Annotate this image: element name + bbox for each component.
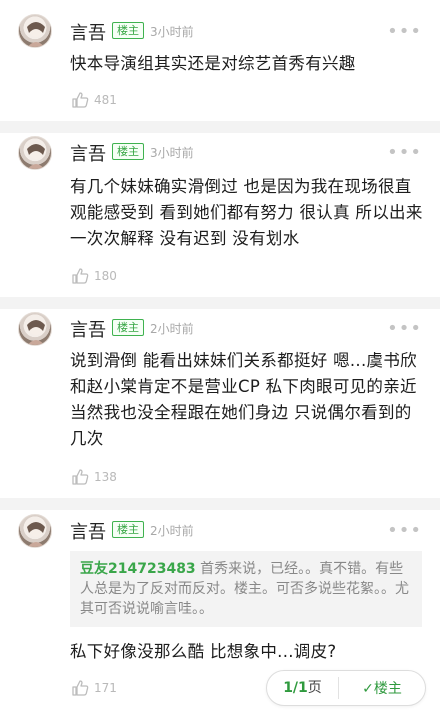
thumbs-up-icon	[72, 92, 89, 108]
comment-2: 言吾 楼主 3小时前 ••• 有几个妹妹确实滑倒过 也是因为我在现场很直观能感受…	[0, 133, 440, 308]
author-name[interactable]: 言吾	[70, 518, 106, 544]
avatar-illustration-icon	[27, 320, 45, 345]
op-badge: 楼主	[112, 22, 144, 39]
avatar-illustration-icon	[27, 522, 45, 547]
avatar[interactable]	[18, 136, 52, 170]
like-count: 180	[94, 269, 117, 283]
like-button[interactable]: 481	[70, 90, 117, 110]
op-only-filter-button[interactable]: ✓楼主	[339, 678, 425, 698]
thumbs-up-icon	[72, 268, 89, 284]
comment-text: 有几个妹妹确实滑倒过 也是因为我在现场很直观能感受到 看到她们都有努力 很认真 …	[70, 177, 423, 248]
avatar-illustration-icon	[27, 22, 45, 47]
pagination-bar: 1/1页 ✓楼主	[266, 670, 426, 706]
timestamp: 3小时前	[150, 146, 194, 160]
more-icon[interactable]: •••	[387, 23, 422, 41]
separator	[0, 297, 440, 309]
timestamp: 2小时前	[150, 322, 194, 336]
timestamp: 2小时前	[150, 524, 194, 538]
more-icon[interactable]: •••	[387, 522, 422, 540]
check-icon: ✓	[362, 681, 374, 697]
avatar[interactable]	[18, 14, 52, 48]
author-name[interactable]: 言吾	[70, 19, 106, 45]
author-name[interactable]: 言吾	[70, 316, 106, 342]
op-only-label: 楼主	[373, 681, 402, 697]
page-suffix: 页	[307, 680, 322, 696]
comment-text: 私下好像没那么酷 比想象中...调皮?	[70, 642, 337, 661]
op-badge: 楼主	[112, 319, 144, 336]
page-current: 1/1	[283, 680, 308, 696]
like-button[interactable]: 180	[70, 266, 117, 286]
comment-3: 言吾 楼主 2小时前 ••• 说到滑倒 能看出妹妹们关系都挺好 嗯...虞书欣和…	[0, 309, 440, 499]
thumbs-up-icon	[72, 469, 89, 485]
quoted-reply[interactable]: 豆友214723483 首秀来说，已经。。真不错。有些人总是为了反对而反对。楼主…	[70, 551, 422, 627]
separator	[0, 498, 440, 510]
op-badge: 楼主	[112, 143, 144, 160]
separator	[0, 121, 440, 133]
thumbs-up-icon	[72, 680, 89, 696]
like-button[interactable]: 171	[70, 678, 117, 698]
timestamp: 3小时前	[150, 25, 194, 39]
avatar-illustration-icon	[27, 144, 45, 169]
avatar[interactable]	[18, 312, 52, 346]
comment-text: 快本导演组其实还是对综艺首秀有兴趣	[70, 54, 356, 73]
page-indicator[interactable]: 1/1页	[267, 677, 339, 699]
like-count: 138	[94, 470, 117, 484]
quote-author[interactable]: 豆友214723483	[80, 561, 196, 577]
more-icon[interactable]: •••	[387, 144, 422, 162]
author-name[interactable]: 言吾	[70, 140, 106, 166]
more-icon[interactable]: •••	[387, 320, 422, 338]
comment-1: 言吾 楼主 3小时前 ••• 快本导演组其实还是对综艺首秀有兴趣 481	[0, 0, 440, 128]
avatar[interactable]	[18, 514, 52, 548]
like-count: 481	[94, 93, 117, 107]
like-count: 171	[94, 681, 117, 695]
comment-text: 说到滑倒 能看出妹妹们关系都挺好 嗯...虞书欣和赵小棠肯定不是营业CP 私下肉…	[70, 351, 417, 448]
like-button[interactable]: 138	[70, 467, 117, 487]
op-badge: 楼主	[112, 521, 144, 538]
